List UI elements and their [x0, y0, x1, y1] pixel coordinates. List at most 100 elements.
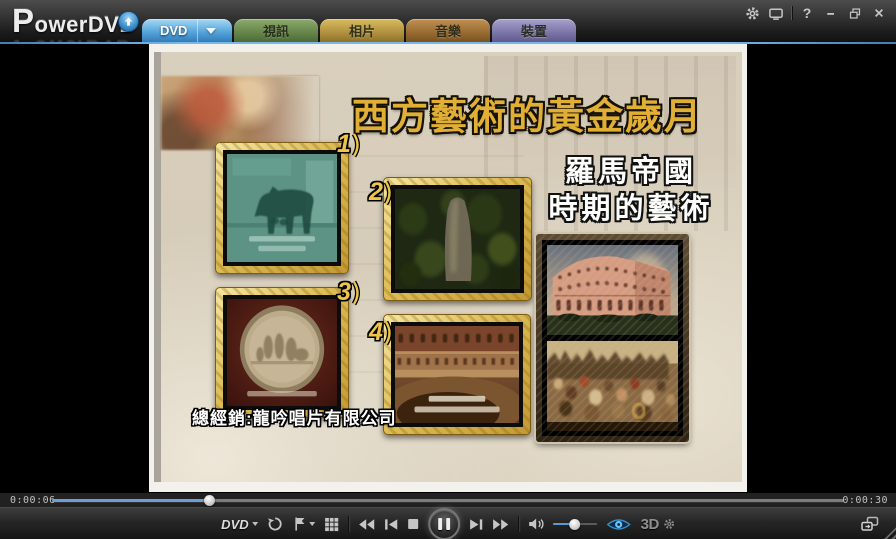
chapter-4-image [391, 322, 523, 427]
repeat-button[interactable] [268, 513, 284, 535]
controls-separator [349, 516, 350, 532]
video-area: 西方藝術的黃金歲月 羅馬帝國 時期的藝術 [0, 44, 896, 492]
bookmark-button[interactable] [293, 513, 316, 535]
up-arrow-icon [123, 16, 134, 27]
stone-statue-image [395, 189, 520, 289]
upgrade-button[interactable] [118, 11, 139, 32]
grid-menu-button[interactable] [325, 513, 340, 535]
display-switch-button[interactable] [860, 516, 880, 537]
volume-fill [554, 523, 576, 525]
chevron-down-icon [310, 522, 316, 526]
rewind-button[interactable] [359, 513, 376, 535]
chapter-1-thumbnail[interactable] [215, 142, 349, 274]
pause-icon-bar2 [447, 518, 451, 530]
badge-arc [384, 320, 393, 346]
previous-button[interactable] [385, 513, 399, 535]
badge-arc [384, 180, 393, 206]
chapter-2-number-badge: 2 [369, 178, 393, 207]
powerdvd-window: PowerDVD PowerDVD DVD 視訊 相片 音樂 [0, 0, 896, 539]
grid-menu-icon [325, 517, 340, 532]
help-icon: ? [803, 5, 812, 21]
pause-button[interactable] [429, 508, 461, 539]
seek-row: 0:00:06 0:00:30 [0, 492, 896, 507]
chapter-4-number-badge: 4 [369, 318, 393, 347]
mute-button[interactable] [529, 513, 545, 535]
3d-label: 3D [641, 516, 659, 533]
tab-photo-label: 相片 [349, 21, 375, 40]
chapter-3-image [223, 295, 341, 410]
tab-music[interactable]: 音樂 [406, 19, 490, 42]
tab-video[interactable]: 視訊 [234, 19, 318, 42]
controls-separator [519, 516, 520, 532]
resize-grip[interactable] [883, 526, 896, 539]
tab-dvd-dropdown[interactable] [197, 19, 216, 42]
tab-dvd-label: DVD [160, 23, 187, 38]
chapter-2-image [391, 185, 524, 293]
elapsed-time: 0:00:06 [10, 495, 56, 506]
titlebar-separator [791, 6, 792, 20]
chapter-4-number: 4 [369, 318, 383, 347]
window-controls: ? [743, 5, 888, 21]
chapter-3-number: 3 [337, 278, 351, 307]
tab-dvd[interactable]: DVD [142, 19, 232, 42]
tab-device-label: 裝置 [521, 21, 547, 40]
pause-icon [439, 518, 443, 530]
tab-music-label: 音樂 [435, 21, 461, 40]
chapter-1-number: 1 [337, 130, 351, 159]
chapter-4-thumbnail[interactable] [383, 314, 531, 435]
next-button[interactable] [470, 513, 484, 535]
gear-icon [745, 6, 760, 21]
restore-icon [848, 7, 862, 20]
menu-title: 西方藝術的黃金歲月 [352, 86, 742, 140]
badge-arc [352, 280, 361, 306]
control-bar: DVD [0, 507, 896, 539]
tab-device[interactable]: 裝置 [492, 19, 576, 42]
dvd-source-button[interactable]: DVD [221, 513, 258, 535]
minimize-button[interactable] [822, 5, 840, 21]
painting-fade-overlay [161, 76, 319, 150]
chapter-3-thumbnail[interactable] [215, 287, 349, 418]
chevron-down-icon [206, 28, 216, 34]
3d-settings-gear-icon[interactable] [663, 518, 675, 530]
menu-left-band [154, 52, 161, 482]
chapter-1-image [223, 150, 341, 266]
tab-video-label: 視訊 [263, 21, 289, 40]
help-button[interactable]: ? [798, 5, 816, 21]
roman-procession-painting-image [547, 341, 678, 431]
side-image-panel-mat [542, 240, 683, 436]
colosseum-exterior-image [547, 245, 678, 335]
truetheater-eye-icon [607, 517, 632, 532]
tv-mode-button[interactable] [767, 5, 785, 21]
next-icon [470, 518, 484, 531]
volume-handle[interactable] [570, 519, 581, 530]
settings-button[interactable] [743, 5, 761, 21]
menu-topic-line1: 羅馬帝國 [522, 154, 740, 191]
seek-bar[interactable] [52, 499, 844, 502]
distributor-text: 總經銷:龍吟唱片有限公司 [192, 404, 397, 429]
dvd-menu-background: 西方藝術的黃金歲月 羅馬帝國 時期的藝術 [154, 52, 742, 482]
chapter-1-number-badge: 1 [337, 130, 361, 159]
fast-forward-button[interactable] [493, 513, 510, 535]
menu-topic: 羅馬帝國 時期的藝術 [522, 154, 740, 228]
restore-button[interactable] [846, 5, 864, 21]
stop-button[interactable] [408, 513, 420, 535]
tab-photo[interactable]: 相片 [320, 19, 404, 42]
badge-arc [352, 132, 361, 158]
side-image-panel [536, 234, 689, 442]
relief-medallion-image [227, 299, 337, 406]
minimize-icon [825, 7, 837, 19]
chapter-2-thumbnail[interactable] [383, 177, 532, 301]
chevron-down-icon [253, 522, 259, 526]
3d-button[interactable]: 3D [641, 513, 675, 535]
volume-icon [529, 517, 545, 531]
dvd-source-label: DVD [221, 517, 248, 532]
previous-icon [385, 518, 399, 531]
duration-time: 0:00:30 [842, 495, 888, 506]
display-switch-icon [860, 516, 880, 532]
close-button[interactable] [870, 5, 888, 21]
chapter-3-number-badge: 3 [337, 278, 361, 307]
truetheater-button[interactable] [607, 513, 632, 535]
seek-handle[interactable] [204, 495, 215, 506]
volume-slider[interactable] [554, 523, 598, 525]
colosseum-interior-image [395, 326, 519, 423]
